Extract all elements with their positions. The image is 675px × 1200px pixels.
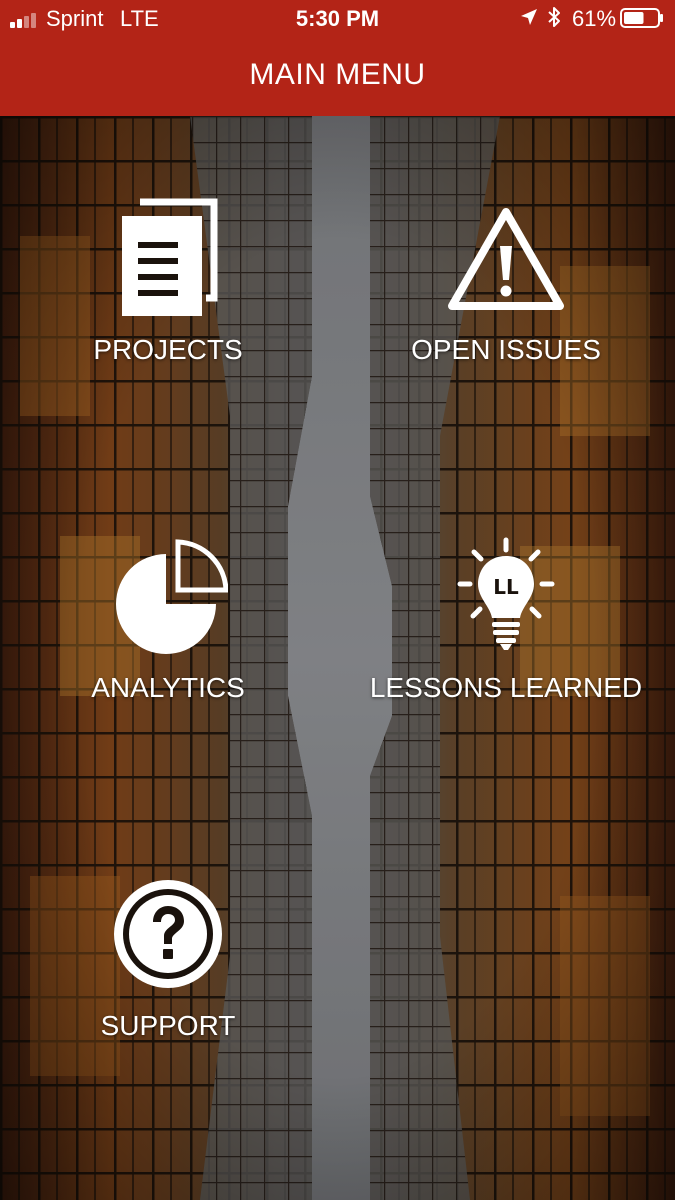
menu-item-analytics[interactable]: ANALYTICS [18, 528, 318, 748]
app-header: Sprint LTE 5:30 PM 61% MAIN MENU [0, 0, 675, 116]
help-circle-icon [18, 874, 318, 994]
battery-percent: 61% [572, 6, 617, 31]
battery-icon [620, 8, 663, 28]
app-screen: Sprint LTE 5:30 PM 61% MAIN MENU PROJECT… [0, 0, 675, 1200]
menu-item-label: LESSONS LEARNED [369, 672, 643, 703]
page-title: MAIN MENU [249, 58, 426, 91]
menu-item-open-issues[interactable]: OPEN ISSUES [356, 190, 656, 410]
menu-item-projects[interactable]: PROJECTS [18, 190, 318, 410]
menu-item-label: PROJECTS [93, 334, 243, 365]
menu-item-label: OPEN ISSUES [411, 334, 601, 365]
menu-item-label: ANALYTICS [91, 672, 245, 703]
warning-icon [356, 198, 656, 318]
pie-chart-icon [18, 536, 318, 656]
menu-item-lessons-learned[interactable]: LL LESSONS LEARNED [356, 528, 656, 748]
status-bar: Sprint LTE 5:30 PM 61% [0, 0, 675, 38]
bluetooth-icon [548, 7, 560, 27]
location-arrow-icon [521, 9, 537, 25]
lightbulb-icon: LL [356, 536, 656, 656]
menu-item-label: SUPPORT [100, 1010, 236, 1041]
menu-item-support[interactable]: SUPPORT [18, 866, 318, 1086]
svg-text:LL: LL [493, 575, 519, 599]
documents-icon [18, 198, 318, 318]
main-menu: PROJECTS OPEN ISSUES ANALYTICS LL LESSON… [0, 0, 675, 1200]
